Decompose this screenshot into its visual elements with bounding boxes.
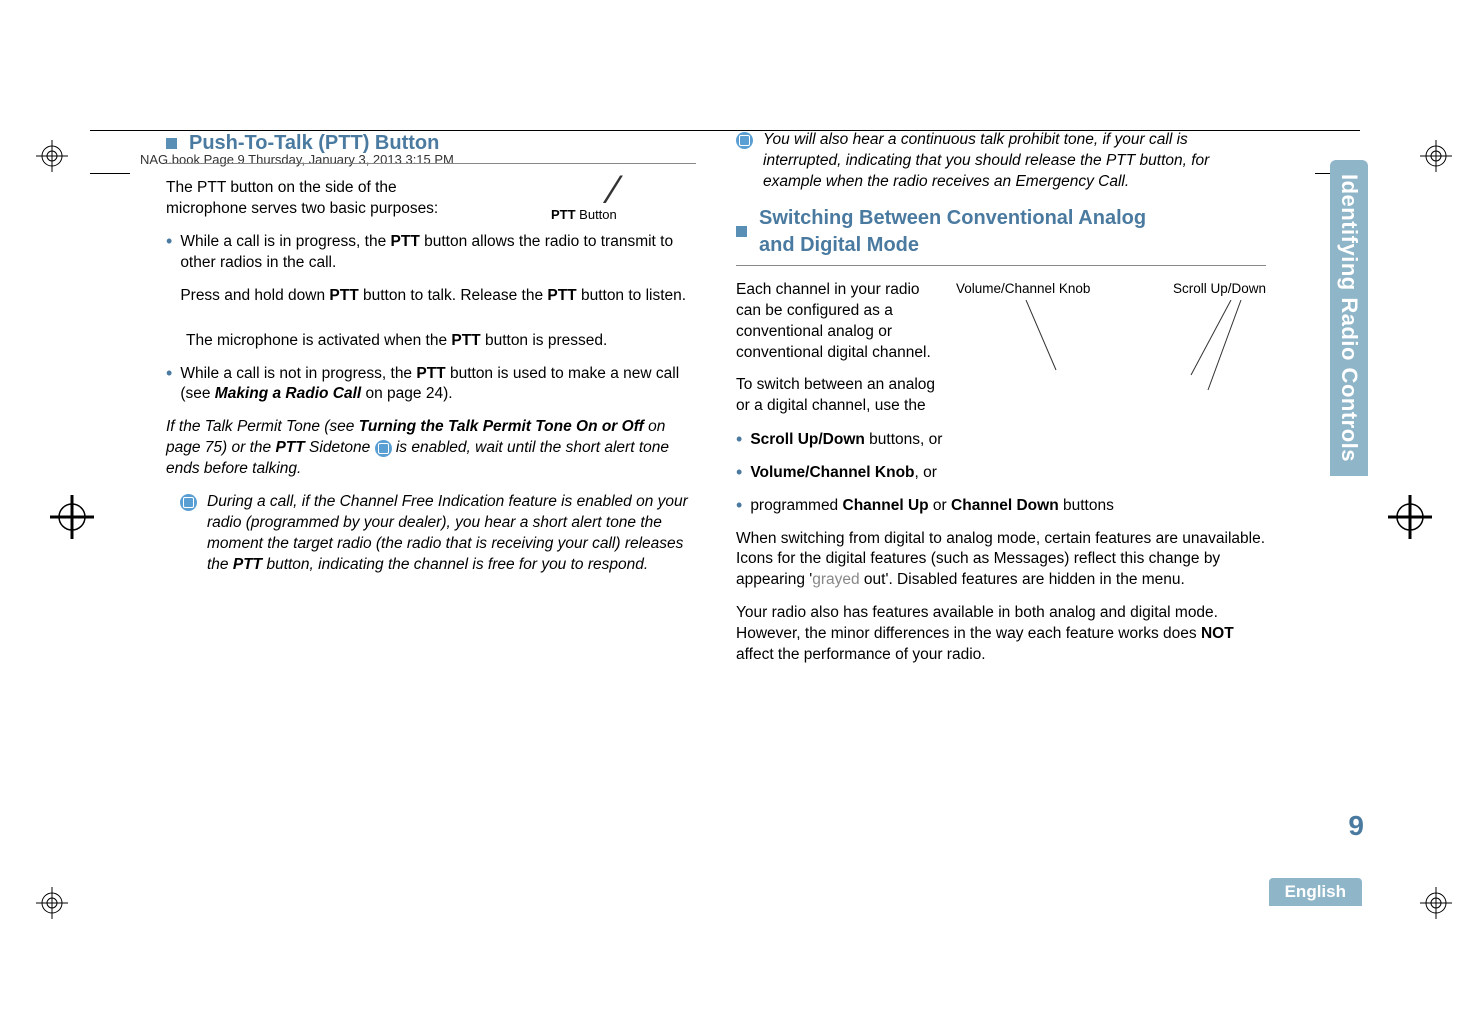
note-block: During a call, if the Channel Free Indic… — [166, 492, 696, 576]
bullet-text: While a call is in progress, the PTT but… — [180, 232, 696, 274]
t: button is pressed. — [481, 332, 608, 349]
registration-mark-icon — [1420, 887, 1452, 919]
bullet-dot-icon: • — [736, 430, 742, 451]
right-column: You will also hear a continuous talk pro… — [736, 130, 1266, 678]
para4: Your radio also has features available i… — [736, 603, 1266, 666]
figure-label-volume: Volume/Channel Knob — [956, 280, 1090, 298]
tone-text: If the Talk Permit Tone (see Turning the… — [166, 417, 696, 480]
section-rule — [736, 265, 1266, 266]
bullet-item: • programmed Channel Up or Channel Down … — [736, 496, 1266, 517]
bullet-item: • While a call is not in progress, the P… — [166, 364, 696, 406]
t: Channel Down — [951, 497, 1059, 514]
t: While a call is not in progress, the — [180, 365, 416, 382]
t: or — [929, 497, 951, 514]
t: Scroll Up/Down — [750, 431, 865, 448]
t: Making a Radio Call — [215, 385, 361, 402]
section-title-switching: Switching Between Conventional Analog an… — [736, 205, 1266, 259]
t: Sidetone — [305, 439, 375, 456]
bullet-dot-icon: • — [166, 232, 172, 319]
mic-text: The microphone is activated when the PTT… — [186, 331, 696, 352]
t: and Digital Mode — [759, 232, 1146, 259]
t: affect the performance of your radio. — [736, 646, 986, 663]
ptt-figure: ∕ PTT Button — [481, 178, 696, 224]
bullet-item: • Scroll Up/Down buttons, or — [736, 430, 1266, 451]
grayed-text: grayed — [812, 571, 859, 588]
note-block: You will also hear a continuous talk pro… — [736, 130, 1266, 193]
bullet-item: • While a call is in progress, the PTT b… — [166, 232, 696, 319]
t: NOT — [1201, 625, 1234, 642]
t: PTT — [451, 332, 480, 349]
t: buttons, or — [865, 431, 943, 448]
radio-figure: Volume/Channel Knob Scroll Up/Down — [936, 280, 1266, 430]
crop-line — [90, 173, 130, 174]
para1: Each channel in your radio can be config… — [736, 280, 936, 364]
t: Press and hold down — [180, 287, 329, 304]
intro-span: The PTT button on the side of the microp… — [166, 179, 438, 217]
figure-label-scroll: Scroll Up/Down — [1173, 280, 1266, 298]
registration-mark-icon — [1420, 140, 1452, 172]
t: buttons — [1059, 497, 1114, 514]
bullet-dot-icon: • — [736, 496, 742, 517]
t: PTT — [547, 287, 576, 304]
t: out'. Disabled features are hidden in th… — [860, 571, 1185, 588]
t: button to listen. — [577, 287, 686, 304]
note-text: You will also hear a continuous talk pro… — [763, 130, 1266, 193]
t: PTT — [329, 287, 358, 304]
section-bullet-icon — [166, 138, 177, 149]
t: button, indicating the channel is free f… — [262, 556, 648, 573]
t: programmed — [750, 497, 842, 514]
callout-lines-icon — [936, 300, 1266, 410]
t: Channel Up — [843, 497, 929, 514]
t: Volume/Channel Knob — [750, 464, 914, 481]
t: While a call is in progress, the — [180, 233, 390, 250]
t: Your radio also has features available i… — [736, 604, 1218, 642]
t: Turning the Talk Permit Tone On or Off — [359, 418, 644, 435]
footer-language: English — [1269, 878, 1362, 906]
bullet-body: Scroll Up/Down buttons, or — [750, 430, 942, 451]
page-content: Push-To-Talk (PTT) Button ∕ PTT Button T… — [166, 130, 1269, 678]
para3: When switching from digital to analog mo… — [736, 529, 1266, 592]
bullet-body: While a call is not in progress, the PTT… — [180, 364, 696, 406]
t: Switching Between Conventional Analog — [759, 205, 1146, 232]
bullet-dot-icon: • — [736, 463, 742, 484]
bullet-body: programmed Channel Up or Channel Down bu… — [750, 496, 1114, 517]
t: PTT — [233, 556, 262, 573]
figure-caption: PTT Button — [551, 206, 696, 224]
note-icon — [736, 132, 753, 149]
section-bullet-icon — [736, 226, 747, 237]
page-number: 9 — [1348, 810, 1364, 842]
note-icon — [180, 494, 197, 511]
section-title-text: Switching Between Conventional Analog an… — [759, 205, 1146, 259]
bullet-body: Volume/Channel Knob, or — [750, 463, 937, 484]
note-text: During a call, if the Channel Free Indic… — [207, 492, 696, 576]
t: PTT — [275, 439, 304, 456]
section-rule — [166, 163, 696, 164]
caption-rest: Button — [576, 207, 617, 222]
crosshair-icon — [1388, 495, 1432, 539]
t: button to talk. Release the — [359, 287, 548, 304]
side-tab: Identifying Radio Controls — [1330, 160, 1368, 476]
bullet-item: • Volume/Channel Knob, or — [736, 463, 1266, 484]
registration-mark-icon — [36, 140, 68, 172]
bullet-text: Press and hold down PTT button to talk. … — [180, 286, 696, 307]
bullet-dot-icon: • — [166, 364, 172, 406]
side-tab-text: Identifying Radio Controls — [1336, 174, 1362, 462]
t: If the Talk Permit Tone (see — [166, 418, 359, 435]
callout-line: ∕ — [611, 178, 696, 202]
registration-mark-icon — [36, 887, 68, 919]
t: PTT — [416, 365, 445, 382]
section-title-ptt: Push-To-Talk (PTT) Button — [166, 130, 696, 157]
t: The microphone is activated when the — [186, 332, 451, 349]
caption-bold: PTT — [551, 207, 576, 222]
crosshair-icon — [50, 495, 94, 539]
section-title-text: Push-To-Talk (PTT) Button — [189, 130, 439, 157]
bullet-body: While a call is in progress, the PTT but… — [180, 232, 696, 319]
t: PTT — [391, 233, 420, 250]
t: , or — [915, 464, 937, 481]
left-column: Push-To-Talk (PTT) Button ∕ PTT Button T… — [166, 130, 696, 678]
para2: To switch between an analog or a digital… — [736, 375, 936, 417]
sidetone-icon — [375, 440, 392, 457]
t: on page 24). — [361, 385, 452, 402]
